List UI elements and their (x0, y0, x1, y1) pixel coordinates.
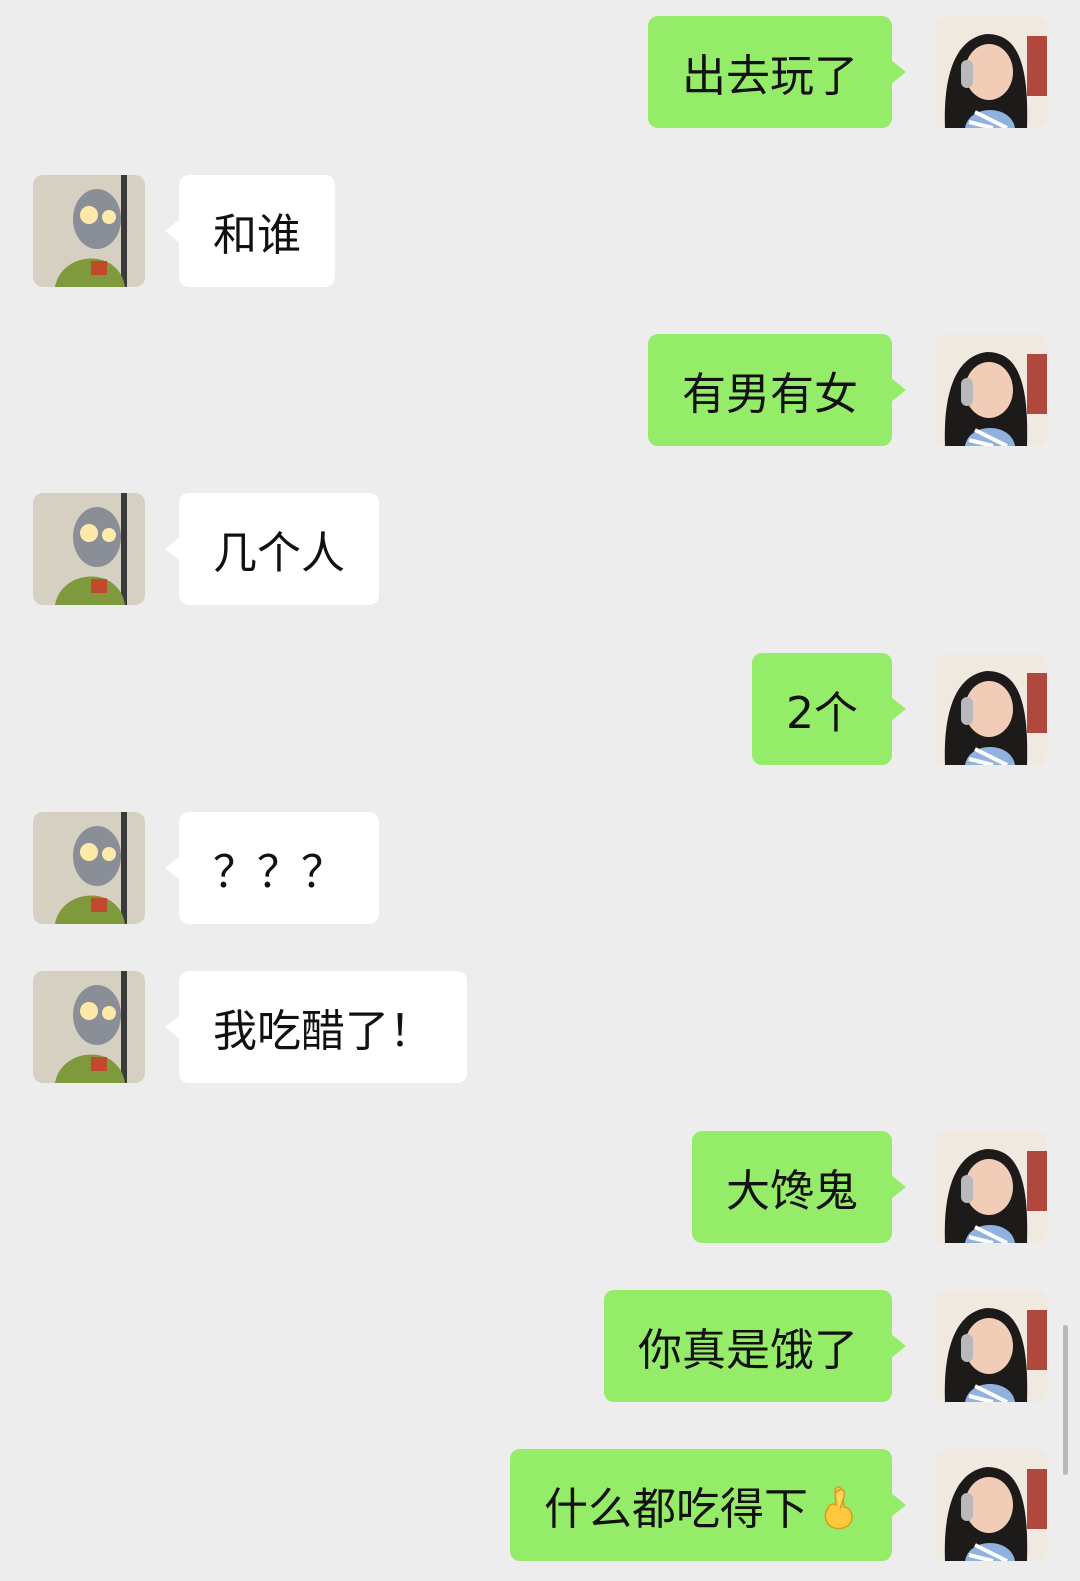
self-avatar[interactable] (935, 16, 1047, 128)
scrollbar[interactable] (1063, 1325, 1068, 1475)
message-text: 和谁 (213, 210, 301, 261)
chat-message-list[interactable]: 出去玩了 和谁 有男有女 几个人 2个 ？？？ 我吃醋了！ 大馋鬼 你真是饿了 … (0, 0, 1080, 1581)
bubble-tail (165, 856, 180, 880)
message-bubble-other[interactable]: 和谁 (165, 175, 335, 287)
message-row-self: 你真是饿了 (0, 1290, 1080, 1402)
other-avatar[interactable] (33, 175, 145, 287)
message-text: 几个人 (213, 528, 345, 579)
message-text: 有男有女 (682, 369, 858, 420)
message-text: 2个 (786, 688, 858, 739)
message-bubble-self[interactable]: 2个 (752, 653, 906, 765)
other-avatar[interactable] (33, 971, 145, 1083)
self-avatar[interactable] (935, 653, 1047, 765)
message-bubble-self[interactable]: 大馋鬼 (692, 1131, 906, 1243)
other-avatar[interactable] (33, 812, 145, 924)
message-text: ？？？ (213, 847, 345, 898)
message-row-self: 有男有女 (0, 334, 1080, 446)
bubble-tail (891, 60, 906, 84)
message-bubble-self[interactable]: 什么都吃得下 (510, 1449, 906, 1561)
self-avatar[interactable] (935, 334, 1047, 446)
message-row-self: 什么都吃得下 (0, 1449, 1080, 1561)
crossed-fingers-emoji (824, 1486, 853, 1530)
message-bubble-self[interactable]: 出去玩了 (648, 16, 906, 128)
message-text: 什么都吃得下 (544, 1484, 808, 1535)
self-avatar[interactable] (935, 1131, 1047, 1243)
bubble-tail (891, 378, 906, 402)
message-row-self: 2个 (0, 653, 1080, 765)
bubble-tail (891, 697, 906, 721)
message-text: 你真是饿了 (638, 1325, 858, 1376)
bubble-tail (891, 1175, 906, 1199)
self-avatar[interactable] (935, 1290, 1047, 1402)
message-text: 大馋鬼 (726, 1166, 858, 1217)
message-text: 我吃醋了！ (213, 1006, 433, 1057)
message-bubble-other[interactable]: ？？？ (165, 812, 379, 924)
bubble-tail (165, 219, 180, 243)
message-row-other: ？？？ (0, 812, 1080, 924)
message-row-other: 我吃醋了！ (0, 971, 1080, 1083)
message-bubble-self[interactable]: 有男有女 (648, 334, 906, 446)
bubble-tail (891, 1493, 906, 1517)
bubble-tail (891, 1334, 906, 1358)
bubble-tail (165, 1015, 180, 1039)
message-row-other: 和谁 (0, 175, 1080, 287)
message-bubble-other[interactable]: 我吃醋了！ (165, 971, 467, 1083)
message-text: 出去玩了 (682, 51, 858, 102)
message-row-self: 出去玩了 (0, 16, 1080, 128)
self-avatar[interactable] (935, 1449, 1047, 1561)
other-avatar[interactable] (33, 493, 145, 605)
message-row-other: 几个人 (0, 493, 1080, 605)
message-row-self: 大馋鬼 (0, 1131, 1080, 1243)
message-bubble-other[interactable]: 几个人 (165, 493, 379, 605)
message-bubble-self[interactable]: 你真是饿了 (604, 1290, 906, 1402)
bubble-tail (165, 537, 180, 561)
